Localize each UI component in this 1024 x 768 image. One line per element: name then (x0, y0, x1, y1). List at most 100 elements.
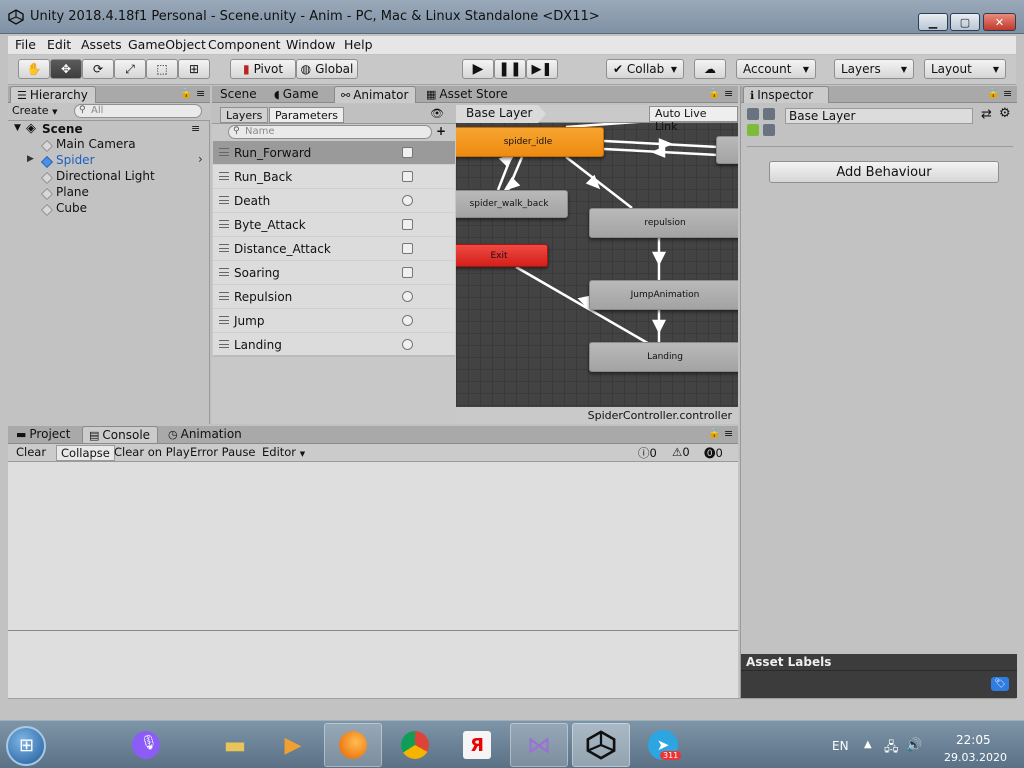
taskbar-unity[interactable] (572, 723, 630, 767)
parameter-name[interactable]: Distance_Attack (234, 242, 331, 256)
info-count-toggle[interactable]: ⓘ0 (634, 445, 661, 461)
scene-menu-icon[interactable]: ≡ (191, 122, 200, 135)
tab-game[interactable]: ◖ Game (268, 86, 325, 103)
tab-console[interactable]: ▤ Console (82, 426, 158, 443)
drag-handle-icon[interactable] (219, 268, 229, 276)
taskbar-telegram[interactable]: ➤ 311 (634, 723, 692, 767)
lock-icon[interactable]: 🔒 (708, 88, 720, 99)
cloud-button[interactable]: ☁ (694, 59, 726, 79)
taskbar-chrome[interactable] (386, 723, 444, 767)
parameter-row[interactable]: Jump (213, 309, 455, 333)
rotate-tool-button[interactable]: ⟳ (82, 59, 114, 79)
state-repulsion[interactable]: repulsion (589, 208, 738, 238)
menu-file[interactable]: File (15, 37, 36, 52)
drag-handle-icon[interactable] (219, 244, 229, 252)
tab-parameters[interactable]: Parameters (269, 107, 344, 123)
clear-on-play-toggle[interactable]: Clear on Play (110, 445, 194, 461)
add-behaviour-button[interactable]: Add Behaviour (769, 161, 999, 183)
clear-button[interactable]: Clear (12, 445, 50, 461)
drag-handle-icon[interactable] (219, 220, 229, 228)
taskbar-media-player[interactable]: ▶ (264, 723, 322, 767)
trigger-radio[interactable] (402, 339, 413, 350)
parameter-row[interactable]: Soaring (213, 261, 455, 285)
menu-assets[interactable]: Assets (81, 37, 122, 52)
trigger-radio[interactable] (402, 291, 413, 302)
volume-icon[interactable]: 🔊 (906, 738, 922, 753)
add-parameter-icon[interactable]: + (436, 124, 446, 138)
console-log-area[interactable] (8, 462, 738, 630)
account-dropdown[interactable]: Account ▼ (736, 59, 816, 79)
tag-icon[interactable]: 🏷 (991, 677, 1009, 691)
warning-count-toggle[interactable]: ⚠0 (668, 445, 694, 461)
parameter-row[interactable]: Byte_Attack (213, 213, 455, 237)
parameter-name[interactable]: Byte_Attack (234, 218, 306, 232)
panel-menu-icon[interactable]: ≡ (724, 427, 733, 440)
voice-assistant-button[interactable]: 🎙 (132, 731, 160, 759)
language-indicator[interactable]: EN (832, 739, 849, 753)
parameter-name[interactable]: Death (234, 194, 270, 208)
parameter-row[interactable]: Landing (213, 333, 455, 357)
tab-asset-store[interactable]: ▦ Asset Store (420, 86, 514, 103)
clock-date[interactable]: 29.03.2020 (944, 751, 1007, 764)
menu-gameobject[interactable]: GameObject (128, 37, 206, 52)
hierarchy-item-plane[interactable]: Plane (56, 185, 89, 199)
state-spider-idle[interactable]: spider_idle (456, 127, 604, 157)
eye-icon[interactable]: 👁 (430, 107, 444, 120)
editor-dropdown[interactable]: Editor ▼ (258, 445, 309, 461)
state-spider-walk-back[interactable]: spider_walk_back (456, 190, 568, 218)
lock-icon[interactable]: 🔒 (987, 88, 999, 99)
drag-handle-icon[interactable] (219, 316, 229, 324)
parameter-search-input[interactable]: ⚲ Name (228, 125, 432, 139)
taskbar-firefox[interactable] (324, 723, 382, 767)
transform-tool-button[interactable]: ⊞ (178, 59, 210, 79)
menu-help[interactable]: Help (344, 37, 373, 52)
menu-edit[interactable]: Edit (47, 37, 71, 52)
network-icon[interactable]: 🖧 (884, 738, 899, 760)
rect-tool-button[interactable]: ⬚ (146, 59, 178, 79)
move-tool-button[interactable]: ✥ (50, 59, 82, 79)
create-dropdown[interactable]: Create ▼ (12, 104, 57, 117)
parameter-row[interactable]: Repulsion (213, 285, 455, 309)
bool-checkbox[interactable] (402, 147, 413, 158)
minimize-button[interactable]: ▁ (918, 13, 948, 31)
drag-handle-icon[interactable] (219, 196, 229, 204)
state-offscreen[interactable] (716, 136, 738, 164)
taskbar-visual-studio[interactable]: ⋈ (510, 723, 568, 767)
transition-arrow[interactable] (565, 156, 633, 209)
gear-icon[interactable]: ⚙ (999, 106, 1011, 121)
hierarchy-item-directional-light[interactable]: Directional Light (56, 169, 155, 183)
panel-menu-icon[interactable]: ≡ (1003, 87, 1012, 100)
tab-animator[interactable]: ⚯ Animator (334, 86, 416, 103)
parameter-name[interactable]: Jump (234, 314, 264, 328)
chevron-right-icon[interactable]: › (198, 152, 203, 166)
parameter-name[interactable]: Soaring (234, 266, 280, 280)
animator-graph[interactable]: spider_idle spider_walk_back repulsion E… (456, 105, 738, 424)
parameter-row[interactable]: Death (213, 189, 455, 213)
panel-menu-icon[interactable]: ≡ (724, 87, 733, 100)
error-pause-toggle[interactable]: Error Pause (186, 445, 260, 461)
close-button[interactable]: ✕ (983, 13, 1016, 31)
trigger-radio[interactable] (402, 195, 413, 206)
tab-hierarchy[interactable]: ☰ Hierarchy (10, 86, 96, 103)
menu-component[interactable]: Component (208, 37, 281, 52)
clock-time[interactable]: 22:05 (956, 733, 991, 747)
state-landing[interactable]: Landing (589, 342, 738, 372)
scale-tool-button[interactable]: ⤢ (114, 59, 146, 79)
parameter-name[interactable]: Run_Back (234, 170, 292, 184)
expand-arrow-icon[interactable]: ▶ (27, 154, 34, 164)
lock-icon[interactable]: 🔒 (180, 88, 192, 99)
hierarchy-search-input[interactable]: ⚲ All (74, 104, 202, 118)
bool-checkbox[interactable] (402, 243, 413, 254)
tab-layers[interactable]: Layers (220, 107, 269, 123)
bool-checkbox[interactable] (402, 171, 413, 182)
parameter-row[interactable]: Distance_Attack (213, 237, 455, 261)
show-hidden-icons[interactable]: ▲ (864, 739, 872, 750)
console-detail-area[interactable] (8, 631, 738, 698)
scene-name[interactable]: Scene (42, 122, 83, 136)
drag-handle-icon[interactable] (219, 172, 229, 180)
auto-live-link-toggle[interactable]: Auto Live Link (649, 106, 738, 133)
step-button[interactable]: ▶❚ (526, 59, 558, 79)
drag-handle-icon[interactable] (219, 340, 229, 348)
state-exit[interactable]: Exit (456, 244, 548, 267)
parameter-name[interactable]: Landing (234, 338, 282, 352)
